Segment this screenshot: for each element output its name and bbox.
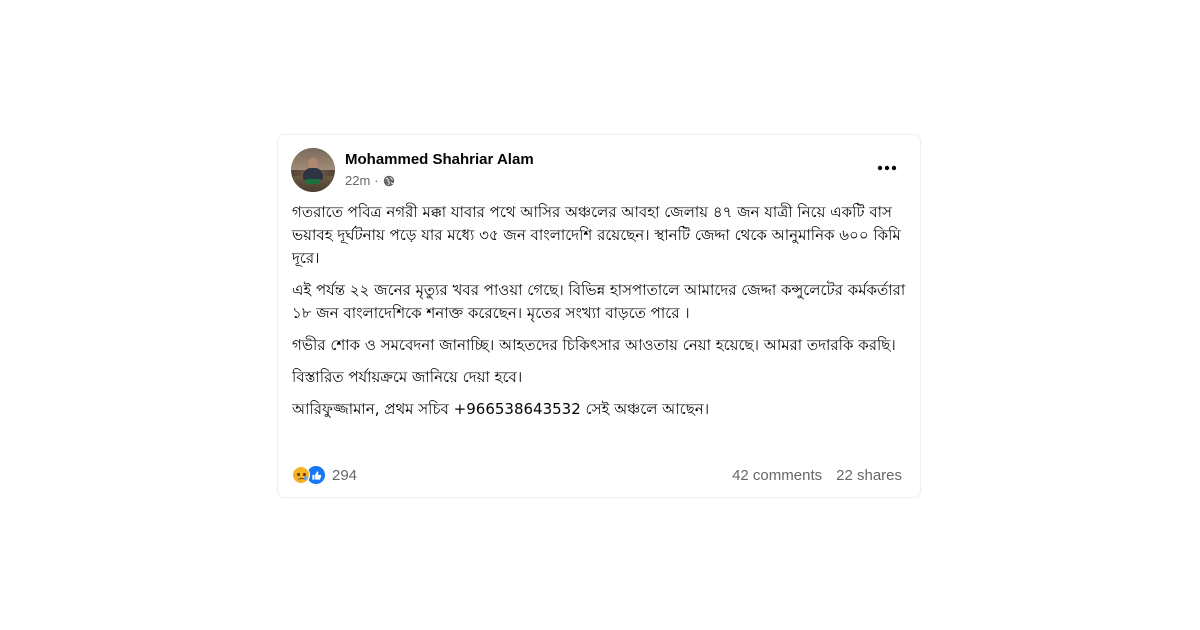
author-avatar[interactable]	[291, 148, 335, 192]
post-paragraph: বিস্তারিত পর্যায়ক্রমে জানিয়ে দেয়া হবে…	[292, 368, 523, 386]
shares-count[interactable]: 22 shares	[836, 467, 902, 484]
reaction-count[interactable]: 294	[332, 467, 357, 484]
sad-reaction-icon	[292, 466, 310, 484]
comments-count[interactable]: 42 comments	[732, 467, 822, 484]
post-paragraph: গভীর শোক ও সমবেদনা জানাচ্ছি। আহতদের চিকি…	[292, 336, 896, 354]
reaction-icons	[292, 465, 326, 485]
author-name[interactable]: Mohammed Shahriar Alam	[345, 151, 534, 168]
post-card: Mohammed Shahriar Alam 22m · গতরাতে পবিত…	[278, 135, 920, 497]
more-options-icon	[877, 165, 897, 171]
post-paragraph: গতরাতে পবিত্র নগরী মক্কা যাবার পথে আসির …	[292, 203, 901, 267]
globe-icon[interactable]	[383, 175, 395, 187]
post-body: গতরাতে পবিত্র নগরী মক্কা যাবার পথে আসির …	[292, 201, 906, 430]
post-paragraph: এই পর্যন্ত ২২ জনের মৃত্যুর খবর পাওয়া গে…	[292, 281, 906, 322]
reactions-summary[interactable]: 294	[292, 465, 357, 485]
post-paragraph: আরিফুজ্জামান, প্রথম সচিব +966538643532 স…	[292, 400, 710, 418]
more-options-button[interactable]	[872, 155, 902, 181]
meta-separator: ·	[374, 173, 379, 188]
post-footer: 294 42 comments 22 shares	[292, 463, 902, 487]
post-meta: 22m ·	[345, 173, 395, 188]
post-timestamp[interactable]: 22m	[345, 173, 370, 188]
engagement-counts: 42 comments 22 shares	[732, 467, 902, 484]
